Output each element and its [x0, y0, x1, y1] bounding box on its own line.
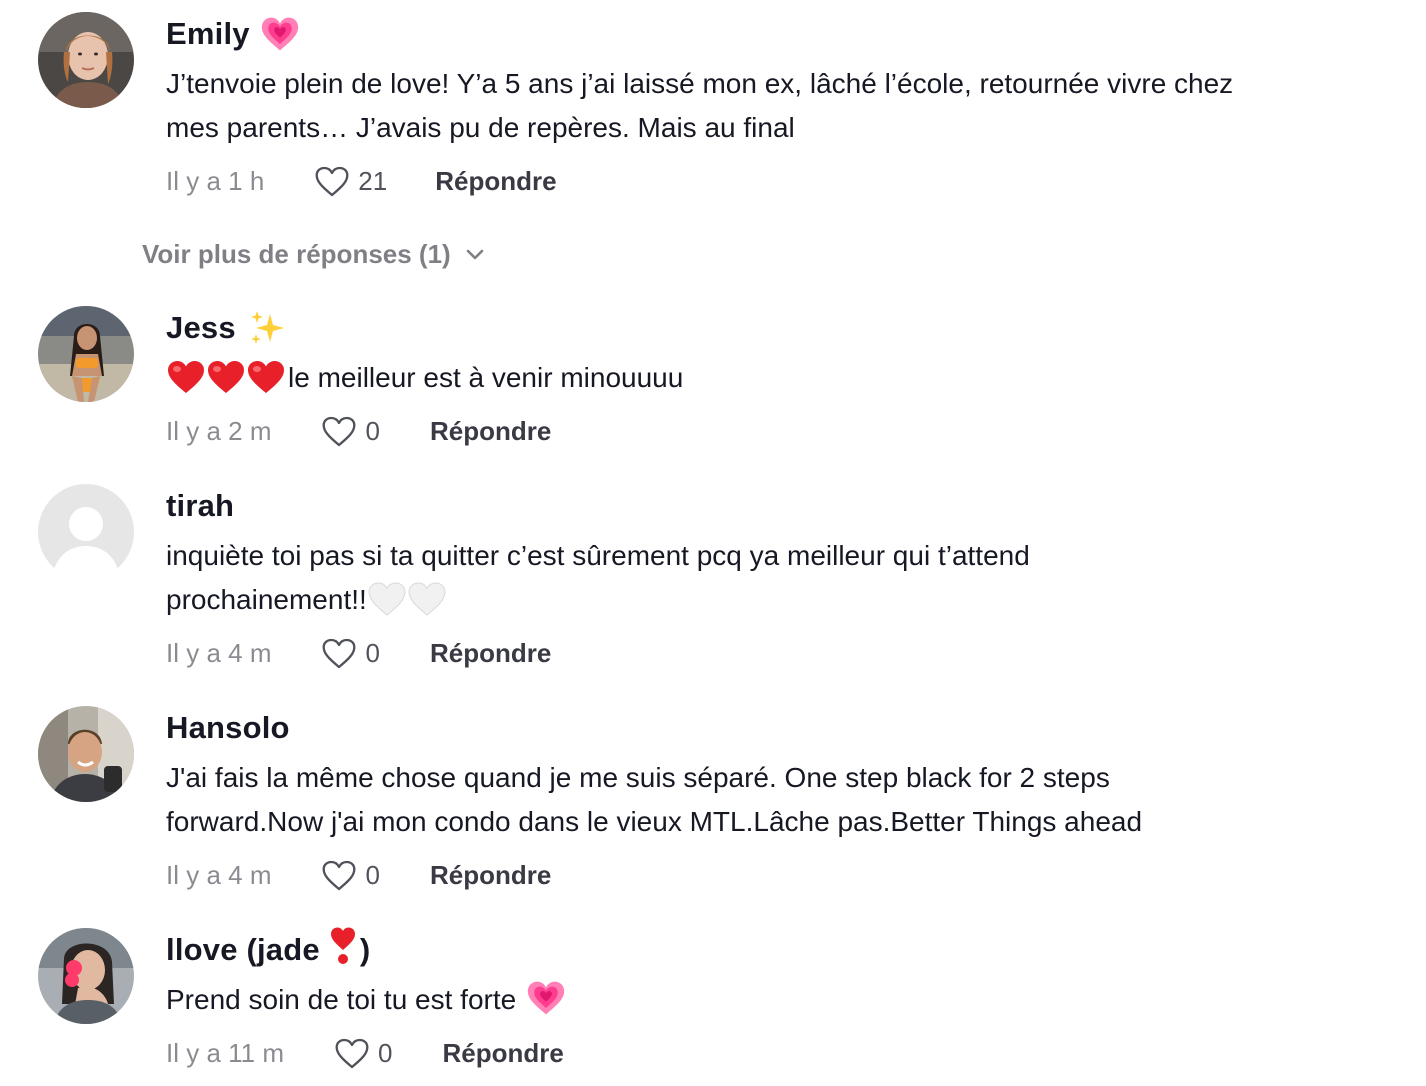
- red-heart-icon: [166, 359, 206, 408]
- reply-button[interactable]: Répondre: [430, 416, 551, 447]
- username[interactable]: Emily: [166, 16, 250, 52]
- avatar[interactable]: [38, 928, 134, 1024]
- comment-text: le meilleur est à venir minouuuu: [166, 356, 1386, 408]
- comment-text: J’tenvoie plein de love! Y’a 5 ans j’ai …: [166, 62, 1386, 150]
- like-button[interactable]: 0: [321, 637, 380, 670]
- comment-header: Hansolo: [166, 706, 290, 750]
- username-part: ): [359, 932, 371, 967]
- comment-meta: Il y a 1 h 21 Répondre: [166, 161, 557, 201]
- avatar[interactable]: [38, 484, 134, 580]
- reply-button[interactable]: Répondre: [442, 1038, 563, 1069]
- comment-meta: Il y a 11 m 0 Répondre: [166, 1033, 564, 1073]
- view-more-replies-button[interactable]: Voir plus de réponses (1): [142, 234, 485, 274]
- comment-header: Jess: [166, 306, 288, 350]
- comment-text-line: mes parents… J’avais pu de repères. Mais…: [166, 112, 795, 143]
- like-button[interactable]: 21: [314, 165, 387, 198]
- heart-outline-icon: [321, 637, 357, 670]
- red-heart-icon: [206, 359, 246, 408]
- like-count: 0: [365, 415, 380, 446]
- username-part: llove (jade: [166, 932, 320, 967]
- avatar[interactable]: [38, 306, 134, 402]
- comment-time: Il y a 1 h: [166, 165, 265, 196]
- comment-text: J'ai fais la même chose quand je me suis…: [166, 756, 1386, 844]
- heart-outline-icon: [334, 1037, 370, 1070]
- comment-meta: Il y a 4 m 0 Répondre: [166, 855, 551, 895]
- heart-exclamation-icon: [330, 926, 356, 974]
- reply-button[interactable]: Répondre: [435, 166, 556, 197]
- username[interactable]: tirah: [166, 488, 234, 524]
- white-heart-icon: [407, 581, 447, 630]
- comment-text-line: J’tenvoie plein de love! Y’a 5 ans j’ai …: [166, 68, 1234, 99]
- like-button[interactable]: 0: [321, 859, 380, 892]
- heart-outline-icon: [321, 415, 357, 448]
- default-avatar-icon: [38, 484, 134, 580]
- comment-text-line: le meilleur est à venir minouuuu: [288, 362, 684, 393]
- white-heart-icon: [367, 581, 407, 630]
- growing-heart-icon: [260, 15, 300, 53]
- heart-outline-icon: [321, 859, 357, 892]
- sparkles-icon: [248, 308, 288, 348]
- chevron-down-icon: [466, 249, 484, 260]
- comment-text: Prend soin de toi tu est forte: [166, 978, 1386, 1030]
- comment-meta: Il y a 2 m 0 Répondre: [166, 411, 551, 451]
- comment-time: Il y a 4 m: [166, 637, 272, 668]
- reply-button[interactable]: Répondre: [430, 860, 551, 891]
- avatar[interactable]: [38, 706, 134, 802]
- comment-header: tirah: [166, 484, 234, 528]
- comment-text-line: inquiète toi pas si ta quitter c’est sûr…: [166, 540, 1030, 571]
- like-count: 0: [365, 859, 380, 890]
- comment-header: Emily: [166, 12, 300, 56]
- comment-time: Il y a 2 m: [166, 415, 272, 446]
- comment-text: inquiète toi pas si ta quitter c’est sûr…: [166, 534, 1386, 630]
- like-count: 0: [378, 1037, 393, 1068]
- username[interactable]: llove (jade ): [166, 926, 370, 974]
- growing-heart-icon: [526, 979, 566, 1030]
- comment-text-line: prochainement!!: [166, 584, 367, 615]
- red-heart-icon: [246, 359, 286, 408]
- username[interactable]: Hansolo: [166, 710, 290, 746]
- like-button[interactable]: 0: [321, 415, 380, 448]
- like-button[interactable]: 0: [334, 1037, 392, 1070]
- comment-text-line: J'ai fais la même chose quand je me suis…: [166, 762, 1110, 793]
- view-more-replies-label: Voir plus de réponses (1): [142, 238, 451, 269]
- comment-text-line: forward.Now j'ai mon condo dans le vieux…: [166, 806, 1143, 837]
- heart-outline-icon: [314, 165, 350, 198]
- like-count: 0: [365, 637, 380, 668]
- avatar[interactable]: [38, 12, 134, 108]
- comment-header: llove (jade ): [166, 926, 370, 974]
- comment-meta: Il y a 4 m 0 Répondre: [166, 633, 551, 673]
- like-count: 21: [358, 165, 388, 196]
- comment-time: Il y a 4 m: [166, 859, 272, 890]
- username[interactable]: Jess: [166, 310, 236, 346]
- reply-button[interactable]: Répondre: [430, 638, 551, 669]
- comment-text-line: Prend soin de toi tu est forte: [166, 984, 517, 1015]
- comment-time: Il y a 11 m: [166, 1037, 285, 1068]
